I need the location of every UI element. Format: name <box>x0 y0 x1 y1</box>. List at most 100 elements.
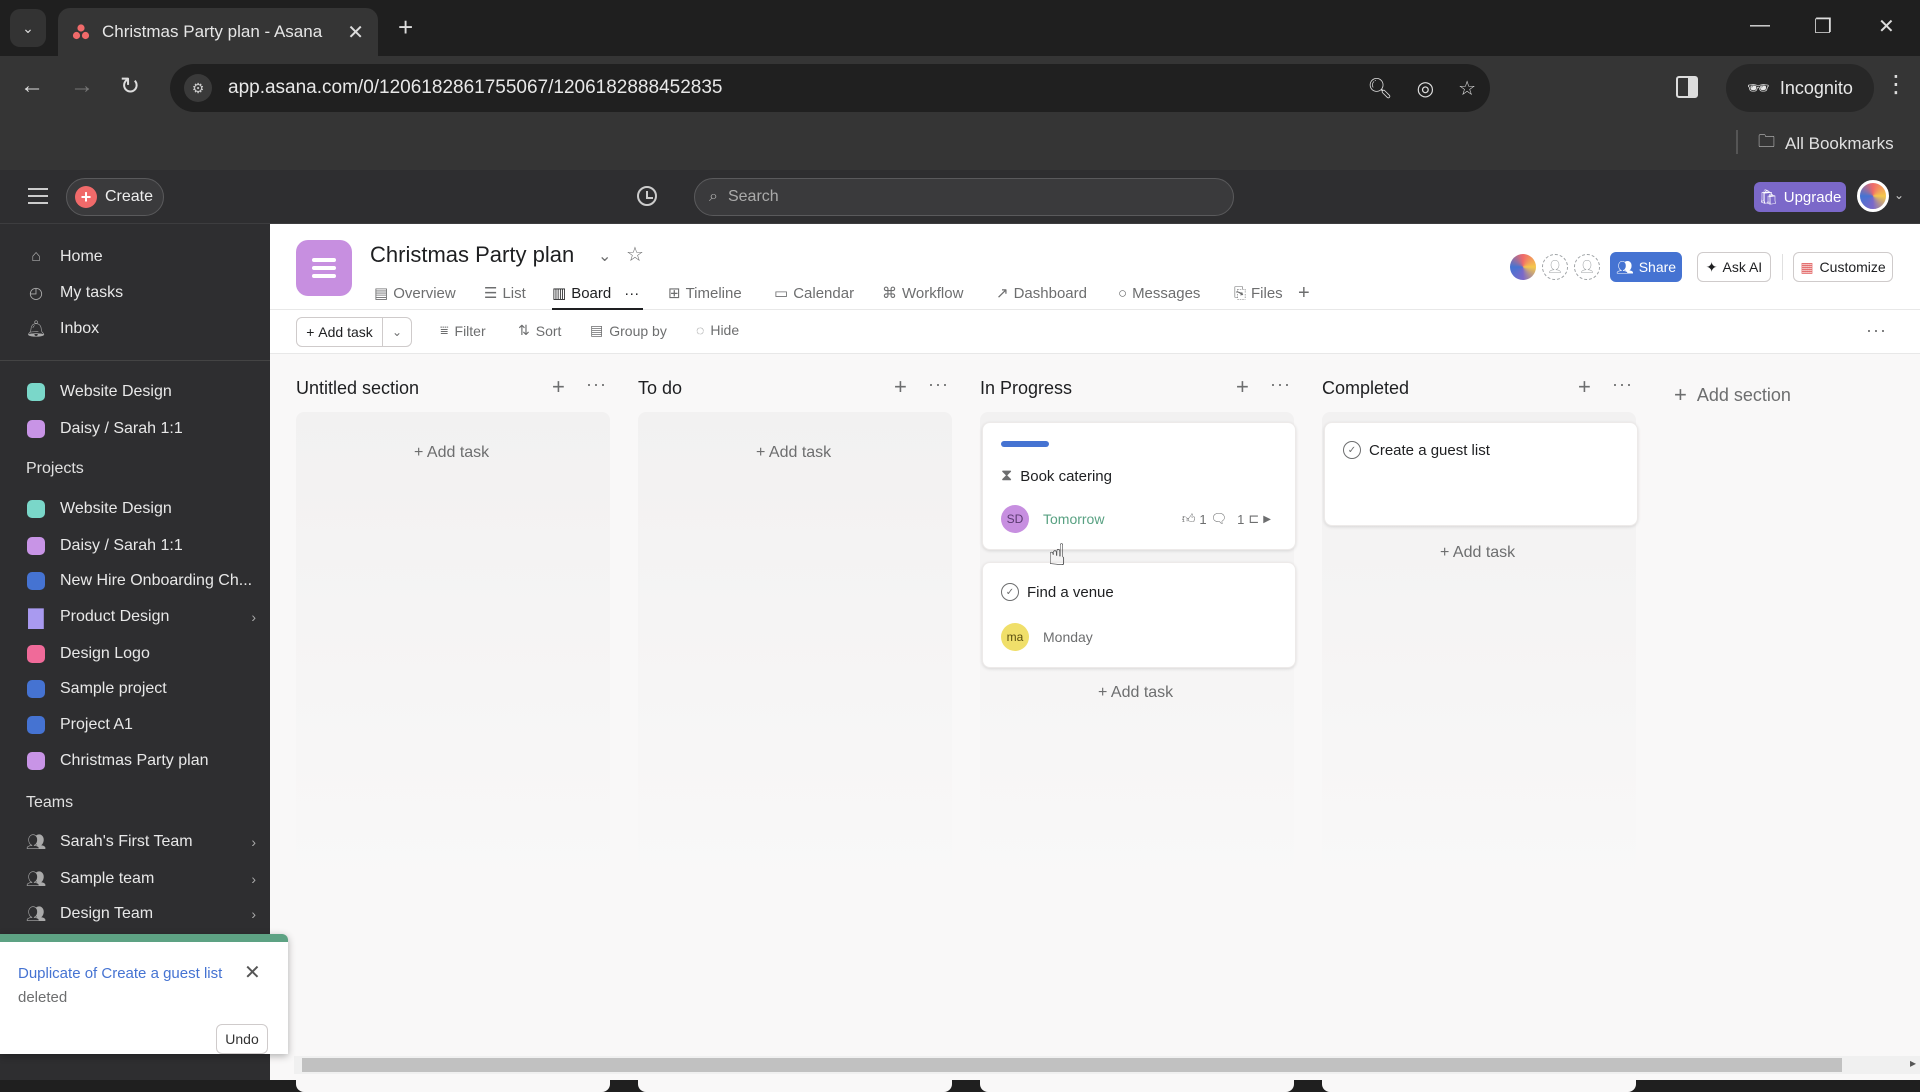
sidebar-team-design-team[interactable]: 👥︎ Design Team › <box>26 899 256 929</box>
browser-tab-active[interactable]: Christmas Party plan - Asana ✕ <box>58 8 378 56</box>
member-placeholder-icon[interactable]: 👤︎ <box>1542 254 1568 280</box>
project-title[interactable]: Christmas Party plan <box>370 242 574 268</box>
more-actions-icon[interactable]: ··· <box>1866 320 1887 341</box>
bookmark-star-icon[interactable]: ☆ <box>1458 76 1476 101</box>
tab-calendar[interactable]: ▭ Calendar <box>774 280 854 306</box>
column-add-task-icon[interactable]: + <box>1578 374 1591 400</box>
tab-timeline[interactable]: ⊞ Timeline <box>668 280 742 306</box>
column-title[interactable]: Completed <box>1322 378 1409 399</box>
site-info-icon[interactable]: ⚙ <box>184 74 212 102</box>
project-menu-chevron-icon[interactable]: ⌄ <box>598 246 611 266</box>
ask-ai-button[interactable]: ✦ Ask AI <box>1697 252 1771 282</box>
column-more-icon[interactable]: ··· <box>928 374 949 395</box>
restore-window-button[interactable]: ❐ <box>1814 14 1832 39</box>
chevron-right-icon[interactable]: › <box>251 871 256 887</box>
scroll-right-arrow-icon[interactable]: ▸ <box>1910 1056 1916 1070</box>
toast-task-link[interactable]: Duplicate of Create a guest list <box>18 965 222 982</box>
incognito-indicator[interactable]: 🕶︎ Incognito <box>1726 64 1874 112</box>
group-by-button[interactable]: ▤ Group by <box>590 322 667 339</box>
add-task-button[interactable]: + Add task <box>297 318 383 346</box>
member-placeholder-icon[interactable]: 👤︎ <box>1574 254 1600 280</box>
expand-subtasks-icon[interactable]: ▶ <box>1263 514 1271 525</box>
column-more-icon[interactable]: ··· <box>1612 374 1633 395</box>
sidebar-favorite-daisy-sarah[interactable]: Daisy / Sarah 1:1 <box>26 414 256 444</box>
task-card[interactable]: ✓ Create a guest list <box>1324 422 1638 526</box>
reload-button[interactable]: ↻ <box>120 72 140 101</box>
check-circle-icon[interactable]: ✓ <box>1343 441 1361 459</box>
column-add-task-icon[interactable]: + <box>552 374 565 400</box>
sort-button[interactable]: ⇅ Sort <box>518 322 561 339</box>
chevron-right-icon[interactable]: › <box>251 609 256 625</box>
tab-search-button[interactable]: ⌄ <box>10 9 46 47</box>
add-task-dropdown-icon[interactable]: ⌄ <box>383 325 411 339</box>
browser-menu-icon[interactable]: ⋮ <box>1884 70 1908 99</box>
column-title[interactable]: Untitled section <box>296 378 419 399</box>
chevron-down-icon[interactable]: ⌄ <box>1894 188 1904 202</box>
close-toast-icon[interactable]: ✕ <box>244 960 261 985</box>
favorite-star-icon[interactable]: ☆ <box>626 242 644 267</box>
customize-button[interactable]: ▦ Customize <box>1793 252 1893 282</box>
tab-list[interactable]: ☰ List <box>484 280 526 306</box>
assignee-avatar[interactable]: SD <box>1001 505 1029 533</box>
hide-button[interactable]: ◌ Hide <box>696 322 739 338</box>
horizontal-scrollbar[interactable]: ▸ <box>294 1056 1920 1074</box>
forward-button[interactable]: → <box>70 72 94 100</box>
tab-board[interactable]: ▥ Board ··· <box>552 280 644 310</box>
column-add-task-link[interactable]: + Add task <box>414 444 489 462</box>
sidebar-project-new-hire-onboarding[interactable]: New Hire Onboarding Ch... <box>26 566 256 596</box>
create-button[interactable]: + Create <box>66 178 164 216</box>
add-tab-button[interactable]: + <box>1298 280 1310 306</box>
upgrade-button[interactable]: 🛍︎ Upgrade <box>1754 182 1846 212</box>
new-tab-button[interactable]: + <box>398 14 413 40</box>
tab-overview[interactable]: ▤ Overview <box>374 280 456 306</box>
sidebar-item-home[interactable]: ⌂ Home <box>26 242 256 272</box>
assignee-avatar[interactable]: ma <box>1001 623 1029 651</box>
back-button[interactable]: ← <box>20 72 44 100</box>
like-icon[interactable]: 👍︎ <box>1182 511 1196 527</box>
column-add-task-link[interactable]: + Add task <box>756 444 831 462</box>
add-section-button[interactable]: + Add section <box>1674 382 1791 408</box>
due-date[interactable]: Tomorrow <box>1043 511 1104 527</box>
eye-off-icon[interactable]: ◎ <box>1417 76 1434 101</box>
sidebar-team-sample-team[interactable]: 👥︎ Sample team › <box>26 864 256 894</box>
sidebar-project-website-design[interactable]: Website Design <box>26 494 256 524</box>
task-card[interactable]: ✓ Find a venue ma Monday <box>982 562 1296 668</box>
teams-heading[interactable]: Teams <box>26 794 73 812</box>
tab-messages[interactable]: ○ Messages <box>1118 280 1200 306</box>
check-circle-icon[interactable]: ✓ <box>1001 583 1019 601</box>
column-add-task-link[interactable]: + Add task <box>1098 684 1173 702</box>
task-card[interactable]: ⧗ Book catering SD Tomorrow 👍︎ 1 🗨︎ 1 ⊏ … <box>982 422 1296 550</box>
comment-icon[interactable]: 🗨︎ <box>1211 511 1228 527</box>
sidebar-favorite-website-design[interactable]: Website Design <box>26 377 256 407</box>
sidebar-project-project-a1[interactable]: Project A1 <box>26 710 256 740</box>
all-bookmarks-button[interactable]: 🗀 All Bookmarks <box>1758 129 1894 158</box>
tab-files[interactable]: ⎘ Files <box>1234 280 1283 306</box>
sidebar-team-sarahs-first-team[interactable]: 👥︎ Sarah's First Team › <box>26 827 256 857</box>
tab-dashboard[interactable]: ↗ Dashboard <box>996 280 1087 306</box>
projects-heading[interactable]: Projects <box>26 460 84 478</box>
sidebar-item-inbox[interactable]: 🔔︎ Inbox <box>26 314 256 344</box>
search-input[interactable]: ⌕ Search <box>694 178 1234 216</box>
sidebar-project-product-design[interactable]: ▇ Product Design › <box>26 602 256 632</box>
user-avatar[interactable] <box>1857 180 1889 212</box>
minimize-window-button[interactable]: — <box>1750 14 1770 37</box>
owner-avatar[interactable] <box>1510 254 1536 280</box>
column-title[interactable]: To do <box>638 378 682 399</box>
tab-workflow[interactable]: ⌘ Workflow <box>882 280 963 306</box>
due-date[interactable]: Monday <box>1043 629 1093 645</box>
address-bar[interactable]: ⚙ app.asana.com/0/1206182861755067/12061… <box>170 64 1490 112</box>
column-title[interactable]: In Progress <box>980 378 1072 399</box>
subtask-icon[interactable]: ⊏ <box>1248 511 1259 527</box>
undo-button[interactable]: Undo <box>216 1024 268 1054</box>
sidebar-project-design-logo[interactable]: Design Logo <box>26 639 256 669</box>
column-add-task-link[interactable]: + Add task <box>1440 544 1515 562</box>
close-window-button[interactable]: ✕ <box>1878 14 1895 39</box>
share-button[interactable]: 👥︎ Share <box>1610 252 1682 282</box>
scrollbar-thumb[interactable] <box>302 1058 1842 1072</box>
url-text[interactable]: app.asana.com/0/1206182861755067/1206182… <box>228 77 1343 99</box>
side-panel-icon[interactable] <box>1676 76 1698 98</box>
zoom-icon[interactable]: 🔍︎ <box>1367 76 1392 101</box>
project-list-icon[interactable] <box>296 240 352 296</box>
sidebar-project-christmas-party-plan[interactable]: Christmas Party plan <box>26 746 256 776</box>
chevron-right-icon[interactable]: › <box>251 906 256 922</box>
